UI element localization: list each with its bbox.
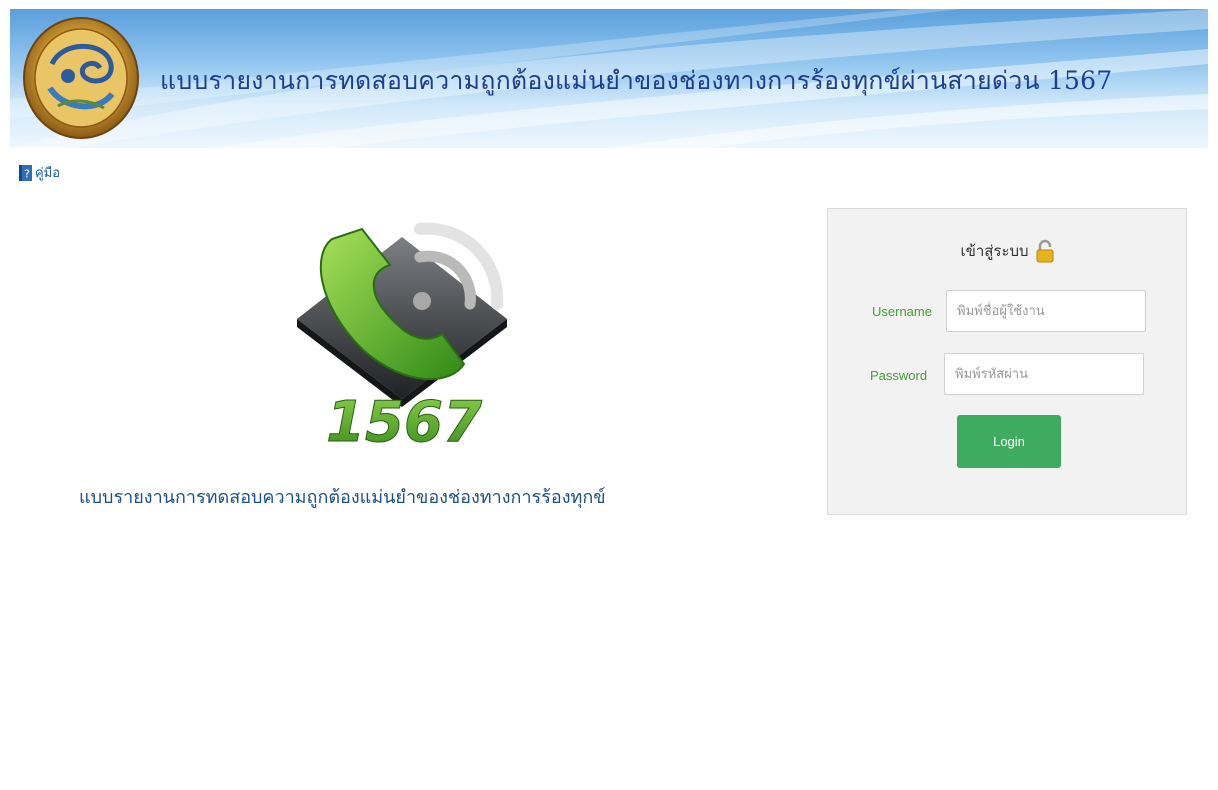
login-heading: เข้าสู่ระบบ xyxy=(960,242,1029,260)
username-label: Username xyxy=(872,304,932,319)
page: แบบรายงานการทดสอบความถูกต้องแม่นยำของช่อ… xyxy=(10,9,1208,785)
help-book-icon[interactable]: ? xyxy=(19,164,32,181)
manual-link-row[interactable]: ? คู่มือ xyxy=(19,162,60,183)
phone-wifi-logo: 1567 xyxy=(297,222,507,449)
password-label: Password xyxy=(870,368,928,383)
header-banner: แบบรายงานการทดสอบความถูกต้องแม่นยำของช่อ… xyxy=(10,9,1208,148)
login-heading-row: เข้าสู่ระบบ xyxy=(828,239,1186,263)
username-input[interactable] xyxy=(946,290,1146,332)
main-subtitle: แบบรายงานการทดสอบความถูกต้องแม่นยำของช่อ… xyxy=(79,487,606,508)
login-button[interactable]: Login xyxy=(957,415,1061,468)
login-panel: เข้าสู่ระบบ Username Password Login xyxy=(827,208,1187,515)
page-title: แบบรายงานการทดสอบความถูกต้องแม่นยำของช่อ… xyxy=(160,66,1113,95)
svg-text:?: ? xyxy=(24,167,30,180)
open-lock-icon xyxy=(1036,239,1054,263)
logo-number: 1567 xyxy=(326,390,482,449)
manual-link[interactable]: คู่มือ xyxy=(35,162,60,183)
password-input[interactable] xyxy=(944,353,1144,395)
seal-logo xyxy=(23,17,139,139)
